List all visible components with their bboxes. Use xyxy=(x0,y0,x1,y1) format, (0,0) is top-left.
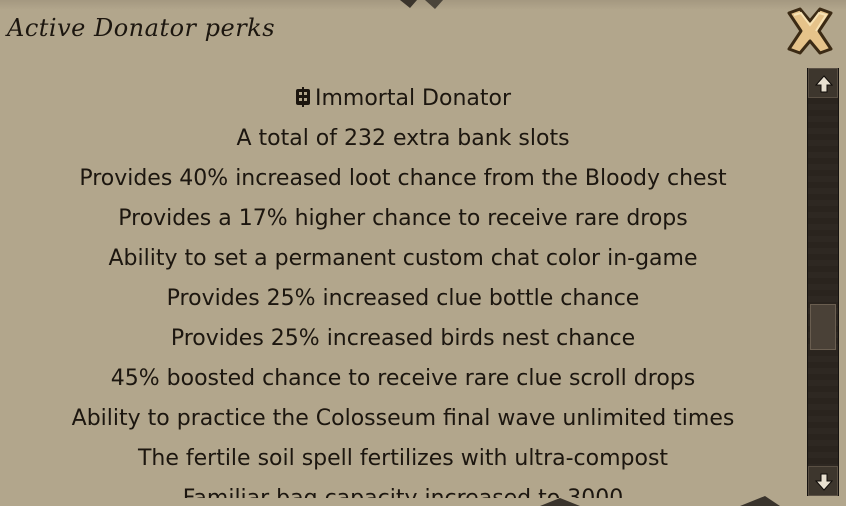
list-item: Provides 40% increased loot chance from … xyxy=(79,166,727,191)
list-item: Ability to set a permanent custom chat c… xyxy=(108,246,698,271)
arrow-up-icon xyxy=(814,75,834,93)
arrow-down-icon xyxy=(814,473,834,491)
list-item: A total of 232 extra bank slots xyxy=(236,126,570,151)
bottom-decoration-icon xyxy=(540,496,780,506)
list-item: 45% boosted chance to receive rare clue … xyxy=(110,366,696,391)
list-item: Provides a 17% higher chance to receive … xyxy=(118,206,688,231)
scrollbar-track[interactable] xyxy=(808,98,838,466)
scroll-down-button[interactable] xyxy=(808,466,838,496)
donator-badge-icon xyxy=(295,87,310,107)
list-item: The fertile soil spell fertilizes with u… xyxy=(137,446,669,471)
scroll-up-button[interactable] xyxy=(808,68,838,98)
list-item: Ability to practice the Colosseum final … xyxy=(71,406,735,431)
list-item: Provides 25% increased clue bottle chanc… xyxy=(166,286,640,311)
list-item: Immortal Donator xyxy=(0,85,806,113)
perk-text: Immortal Donator xyxy=(314,86,512,111)
scrollbar[interactable] xyxy=(807,68,839,496)
top-decoration-icon xyxy=(400,0,443,9)
perks-panel: Active Donator perks Immortal Donator A … xyxy=(0,0,846,506)
scrollbar-thumb[interactable] xyxy=(810,304,836,350)
perks-list[interactable]: Immortal Donator A total of 232 extra ba… xyxy=(0,78,806,498)
window-title: Active Donator perks xyxy=(7,14,276,42)
close-button[interactable] xyxy=(783,4,837,58)
list-item: Provides 25% increased birds nest chance xyxy=(170,326,636,351)
close-x-icon xyxy=(787,7,833,55)
